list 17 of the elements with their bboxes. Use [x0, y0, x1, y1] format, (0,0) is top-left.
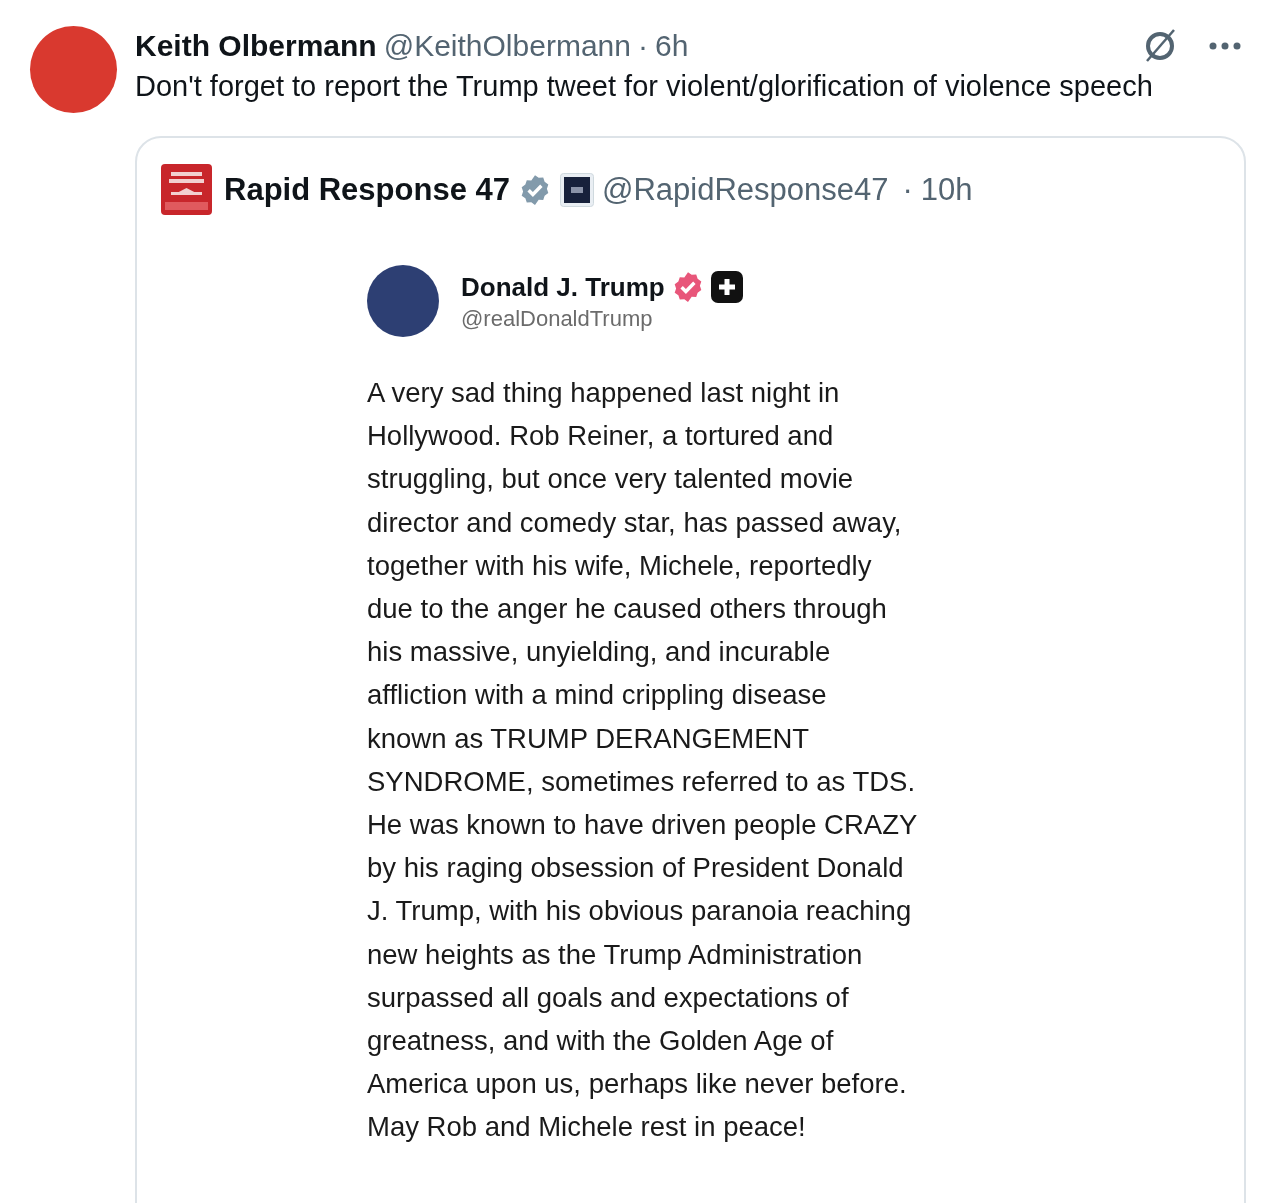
screenshot-author-handle: @realDonaldTrump	[461, 306, 654, 332]
author-name[interactable]: Keith Olbermann	[135, 29, 377, 63]
quoted-post-card[interactable]	[135, 136, 1246, 1203]
separator: ·	[637, 29, 648, 63]
quoted-post-time[interactable]: 10h	[920, 171, 973, 208]
building-logo-icon	[560, 172, 594, 207]
author-handle[interactable]: @KeithOlbermann	[383, 29, 631, 63]
screenshot-post-text: A very sad thing happened last night in Hollywood. Rob Reiner, a tortured and struggling, but once very talented movie director and comedy star, has passed away, together with his wife, Michele, reportedly due to the anger he caused others through his massive, unyielding, and incurable affliction with a mind crippling disease known as TRUMP DERANGEMENT SYNDROME, sometimes referred to as TDS. He was known to have driven people CRAZY by his raging obsession of President Donald J. Trump, with his obvious paranoia reaching new heights as the Trump Administration surpassed all goals and expectations of greatness, and with the Golden Age of America upon us, perhaps like never before. May Rob and Michele rest in peace!	[367, 376, 919, 1145]
quoted-author-name[interactable]: Rapid Response 47	[224, 171, 510, 208]
newspaper-logo-icon	[161, 164, 212, 215]
screenshot-author-name: Donald J. Trump	[461, 271, 665, 303]
plus-icon	[710, 271, 743, 303]
post-time[interactable]: 6h	[654, 29, 689, 63]
quoted-author-handle[interactable]: @RapidResponse47	[602, 171, 889, 208]
post-text: Don't forget to report the Trump tweet for violent/glorification of violence speech	[135, 70, 1154, 102]
more-icon[interactable]	[1208, 41, 1242, 51]
separator: ·	[902, 171, 913, 208]
